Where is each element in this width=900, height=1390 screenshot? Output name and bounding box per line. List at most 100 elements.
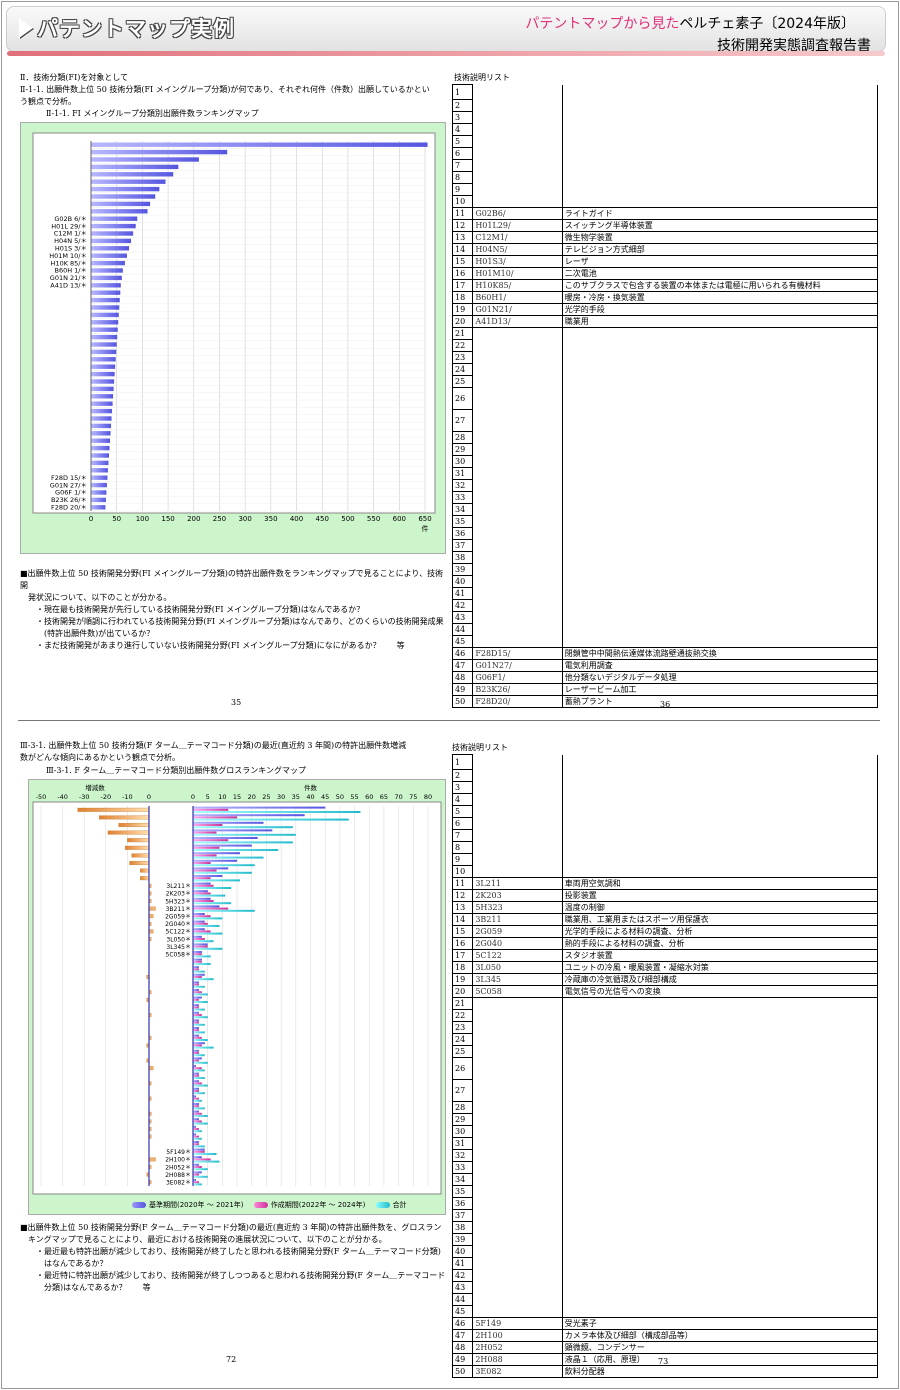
row-description [561, 769, 879, 782]
row-number: 49 [451, 1353, 474, 1366]
row-code: H01M10/ [472, 267, 563, 280]
row-code [472, 781, 563, 794]
series-bar [193, 989, 199, 991]
bar [91, 364, 116, 369]
row-code [472, 195, 563, 208]
series-bar [193, 1166, 202, 1168]
list-row: 35 [451, 515, 879, 528]
diff-bar [129, 861, 150, 865]
diff-bar [148, 1157, 156, 1162]
row-description [561, 443, 879, 456]
row-code: F28D20/ [472, 695, 563, 708]
list-row: 37 [451, 1209, 879, 1222]
series-bar [193, 1016, 208, 1019]
tick-label: 55 [350, 793, 358, 801]
row-description [561, 1185, 879, 1198]
row-code: B23K26/ [472, 683, 563, 696]
series-bar [193, 846, 220, 849]
series-bar [193, 1080, 199, 1083]
note-line: ・まだ技術開発があまり進行していない技術開発分野(FI メイングループ分類)にな… [20, 641, 405, 650]
header-subtitle-black: ペルチェ素子〔2024年版〕 [679, 16, 855, 32]
row-code [472, 563, 563, 576]
series-bar [193, 849, 279, 851]
analysis-heading-2: Ⅲ-3-1. 出願件数上位 50 技術分類(F ターム＿テーマコード分類)の最近… [20, 740, 452, 764]
series-bar [193, 1163, 199, 1166]
list-row: 1 [451, 84, 879, 100]
series-bar [193, 811, 361, 813]
series-bar [193, 1135, 199, 1138]
list-row: 48 2H052 顕微鏡、コンデンサー [451, 1341, 879, 1354]
series-bar [193, 859, 238, 862]
row-number: 38 [451, 1221, 474, 1234]
row-number: 8 [451, 171, 474, 184]
series-bar [193, 1120, 202, 1123]
list-row: 39 [451, 563, 879, 576]
row-number: 6 [451, 817, 474, 830]
row-code [472, 409, 563, 432]
row-number: 39 [451, 1233, 474, 1246]
fi-ranking-chart: 0 50 100 150 200 250 300 350 400 450 500 550 600 650件… [32, 132, 436, 533]
tick-label: 500 [341, 515, 354, 523]
bar [91, 305, 120, 310]
row-number: 19 [451, 973, 474, 986]
tech-list-table-1: 1 2 3 4 5 6 7 8 9 10 11 G02B6/ライトガイド 12 H01L29/スイッチング… [451, 84, 879, 708]
series-bar [193, 816, 238, 819]
bar [91, 320, 119, 325]
row-code: 2H100 [472, 1329, 563, 1342]
series-bar [193, 884, 214, 887]
note-line: ・技術開発が順調に行われている技術開発分野(FI メイングループ分類)はなんであ… [20, 617, 444, 626]
series-bar [193, 1059, 199, 1062]
series-bar [193, 837, 258, 839]
row-description [561, 409, 879, 432]
series-bar [193, 1021, 199, 1024]
row-number: 7 [451, 159, 474, 172]
bar [91, 327, 118, 332]
row-description [561, 1021, 879, 1034]
list-row: 27 [451, 409, 879, 432]
legend-label: 作成期間(2022年 ～ 2024年) [270, 1201, 366, 1209]
row-description [561, 351, 879, 364]
row-number: 4 [451, 793, 474, 806]
row-number: 2 [451, 769, 474, 782]
series-bar [193, 1145, 205, 1148]
row-description [561, 1057, 879, 1080]
series-bar [193, 922, 208, 925]
row-code [472, 111, 563, 124]
row-number: 9 [451, 183, 474, 196]
series-bar [193, 1105, 199, 1108]
series-bar [193, 1067, 202, 1070]
list-row: 4 [451, 123, 879, 136]
list-row: 6 [451, 817, 879, 830]
series-bar [193, 1074, 199, 1077]
list-row: 46 5F149 受光素子 [451, 1317, 879, 1330]
row-code: F28D15/ [472, 647, 563, 660]
row-description [561, 1293, 879, 1306]
row-code [472, 829, 563, 842]
list-row: 27 [451, 1079, 879, 1102]
category-label: 2H088＊ [165, 1172, 191, 1179]
bar [91, 246, 130, 251]
row-code [472, 327, 563, 340]
series-bar [193, 824, 223, 826]
row-number: 35 [451, 515, 474, 528]
series-bar [193, 844, 252, 847]
list-row: 45 [451, 1305, 879, 1318]
row-code [472, 623, 563, 636]
row-number: 31 [451, 467, 474, 480]
series-bar [193, 1122, 208, 1125]
series-bar [193, 963, 211, 965]
series-bar [193, 1004, 199, 1007]
row-number: 37 [451, 539, 474, 552]
row-description [561, 387, 879, 410]
analysis-heading-1: Ⅱ-1-1. 出願件数上位 50 技術分類(FI メイングループ分類)が何であり… [20, 84, 450, 108]
tick-label: 200 [187, 515, 200, 523]
list-row: 29 [451, 1113, 879, 1126]
series-bar [193, 968, 199, 971]
tick-label: 600 [393, 515, 406, 523]
report-header: パテントマップ実例 パテントマップから見たペルチェ素子〔2024年版〕 技術開発… [6, 6, 886, 56]
list-row: 38 [451, 1221, 879, 1234]
row-description: 閉鎖管中中間熱伝達媒体流路壁通抜熱交換 [561, 647, 879, 660]
chart-legend: 基準期間(2020年 ～ 2021年) 作成期間(2022年 ～ 2024年) … [124, 1200, 407, 1210]
note-line: ・現在最も技術開発が先行している技術開発分野(FI メイングループ分類)はなんで… [20, 605, 365, 614]
series-bar [193, 1130, 202, 1133]
